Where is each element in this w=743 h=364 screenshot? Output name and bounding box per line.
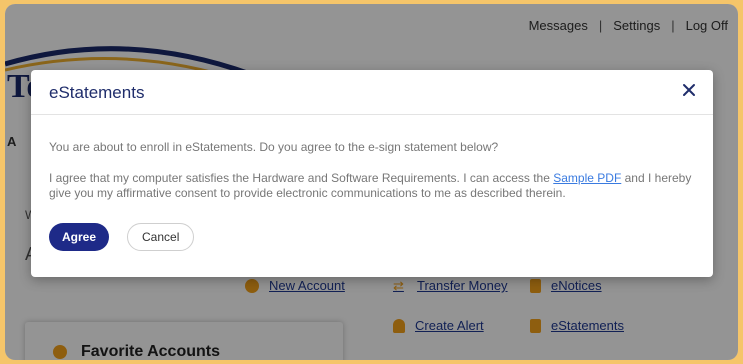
statement-text: I agree that my computer satisfies the H… <box>49 171 554 185</box>
dialog-body: You are about to enroll in eStatements. … <box>31 140 713 251</box>
enroll-prompt: You are about to enroll in eStatements. … <box>49 140 499 154</box>
sample-pdf-link[interactable]: Sample PDF <box>553 171 621 185</box>
agree-button[interactable]: Agree <box>49 223 110 251</box>
dialog-header: eStatements <box>31 70 713 115</box>
esign-statement: I agree that my computer satisfies the H… <box>49 171 695 201</box>
dialog-title: eStatements <box>49 83 145 102</box>
dialog-actions: Agree Cancel <box>49 223 695 251</box>
close-icon[interactable] <box>681 82 697 98</box>
cancel-button[interactable]: Cancel <box>127 223 195 251</box>
estatements-dialog: eStatements You are about to enroll in e… <box>31 70 713 277</box>
app-frame: Messages|Settings|Log Off Te A W A New A… <box>5 4 738 360</box>
